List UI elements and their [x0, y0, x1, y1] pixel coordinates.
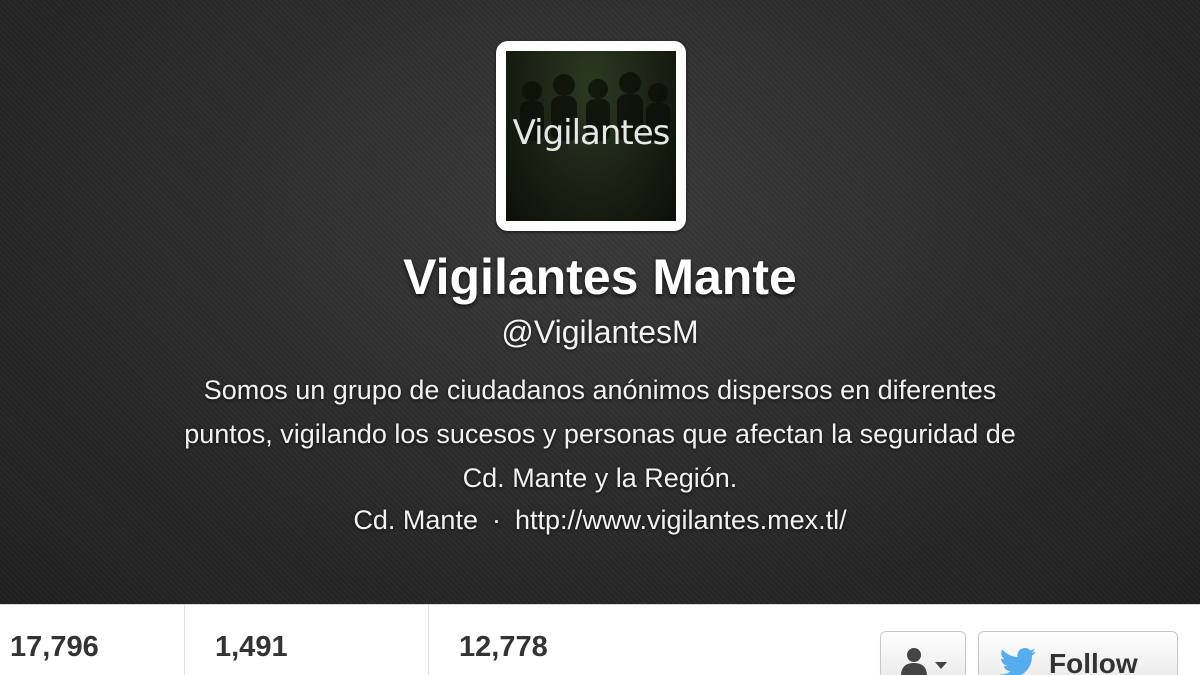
stat-following[interactable]: 1,491 [185, 605, 429, 675]
bio-line: Cd. Mante y la Región. [462, 463, 738, 493]
stat-tweets[interactable]: 17,796 [0, 605, 185, 675]
profile-meta: Cd. Mante · http://www.vigilantes.mex.tl/ [0, 505, 1200, 536]
follow-button[interactable]: Follow [978, 631, 1178, 675]
profile-page: Vigilantes Vigilantes Mante @VigilantesM… [0, 0, 1200, 675]
user-actions-button[interactable] [880, 631, 966, 675]
profile-header: Vigilantes Vigilantes Mante @VigilantesM… [0, 0, 1200, 604]
avatar-image: Vigilantes [506, 51, 676, 221]
person-icon [901, 648, 927, 675]
profile-url-link[interactable]: http://www.vigilantes.mex.tl/ [515, 505, 847, 535]
stat-followers[interactable]: 12,778 [429, 605, 729, 675]
chevron-down-icon [935, 662, 947, 669]
profile-bio: Somos un grupo de ciudadanos anónimos di… [60, 368, 1140, 500]
profile-avatar[interactable]: Vigilantes [496, 41, 686, 231]
follow-label: Follow [1049, 648, 1138, 675]
profile-name: Vigilantes Mante [403, 249, 797, 305]
profile-location: Cd. Mante [353, 505, 478, 535]
meta-separator: · [491, 505, 501, 535]
avatar-logo-text: Vigilantes [512, 113, 671, 153]
bio-line: Somos un grupo de ciudadanos anónimos di… [203, 375, 997, 405]
bio-line: puntos, vigilando los sucesos y personas… [184, 419, 1016, 449]
profile-handle[interactable]: @VigilantesM [0, 314, 1200, 351]
twitter-bird-icon [999, 648, 1036, 675]
